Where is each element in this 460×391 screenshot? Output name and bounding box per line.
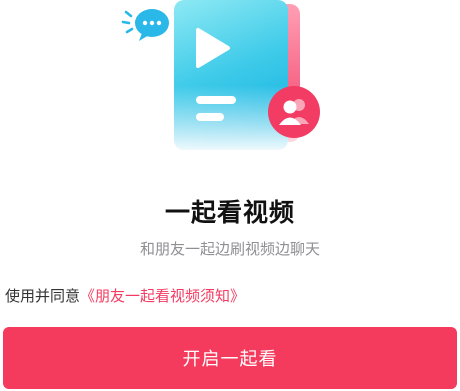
watch-together-page: 一起看视频 和朋友一起边刷视频边聊天 使用并同意《朋友一起看视频须知》 开启一起… [0, 0, 460, 391]
chat-bubble-icon [121, 9, 169, 41]
agreement-prefix: 使用并同意 [5, 287, 81, 305]
users-badge-icon [268, 86, 320, 138]
agreement-text: 使用并同意《朋友一起看视频须知》 [5, 285, 245, 307]
page-subtitle: 和朋友一起边刷视频边聊天 [139, 240, 320, 258]
watch-together-illustration [118, 0, 333, 155]
video-card-with-friends-icon [121, 0, 320, 155]
page-title: 一起看视频 [164, 198, 295, 227]
agreement-link[interactable]: 《朋友一起看视频须知》 [80, 287, 245, 305]
start-watch-together-button[interactable]: 开启一起看 [3, 327, 457, 389]
